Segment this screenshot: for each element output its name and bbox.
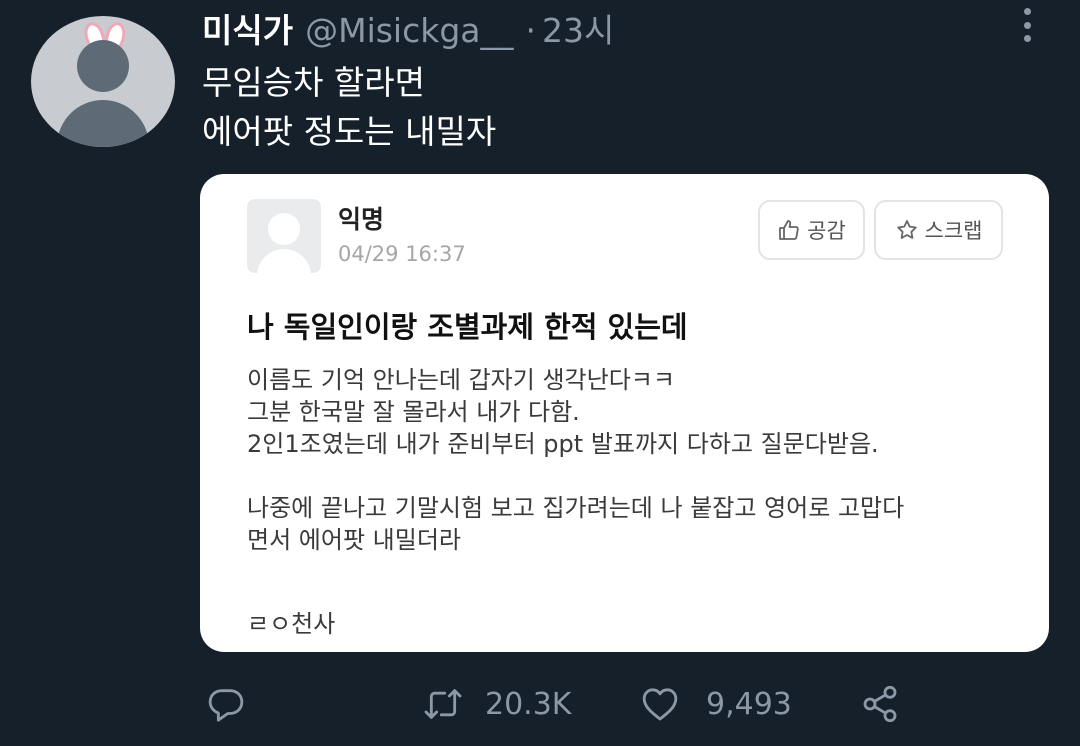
like-button: 공감	[758, 200, 865, 260]
post-body-line: 2인1조였는데 내가 준비부터 ppt 발표까지 다하고 질문다받음.	[247, 430, 879, 458]
share-button[interactable]	[860, 684, 900, 724]
share-icon	[863, 685, 897, 723]
reply-button[interactable]	[206, 684, 246, 724]
post-signature: ㄹㅇ천사	[247, 610, 336, 638]
attached-image-card[interactable]: 익명 04/29 16:37 공감 스크랩 나 독일인이랑 조별과제 한적 있는…	[200, 174, 1049, 652]
retweet-button[interactable]: 20.3K	[423, 684, 571, 724]
post-date: 04/29 16:37	[338, 242, 466, 266]
more-icon[interactable]	[1017, 8, 1037, 42]
post-author: 익명	[338, 205, 385, 234]
anonymous-avatar	[247, 199, 321, 273]
tweet-header: 미식가 @Misickga__ · 23시	[202, 4, 614, 50]
timestamp[interactable]: 23시	[542, 4, 614, 52]
post-body: 이름도 기억 안나는데 갑자기 생각난다ㅋㅋ 그분 한국말 잘 몰라서 내가 다…	[247, 364, 904, 556]
scrap-button: 스크랩	[874, 200, 1003, 260]
tweet-text-line: 에어팟 정도는 내밀자	[202, 112, 497, 151]
tweet-text-line: 무임승차 할라면	[202, 63, 426, 102]
avatar-head	[77, 40, 129, 92]
heart-icon	[642, 688, 678, 721]
scrap-button-label: 스크랩	[924, 219, 983, 243]
separator-dot: ·	[525, 11, 537, 50]
reply-icon	[208, 689, 244, 722]
heart-button[interactable]: 9,493	[640, 684, 792, 724]
post-body-line: 그분 한국말 잘 몰라서 내가 다함.	[247, 398, 580, 426]
post-body-line	[247, 460, 904, 492]
retweet-count: 20.3K	[485, 686, 572, 722]
tweet-text: 무임승차 할라면 에어팟 정도는 내밀자	[202, 58, 496, 156]
star-icon	[896, 220, 917, 239]
like-count: 9,493	[706, 686, 792, 722]
user-handle[interactable]: @Misickga__	[305, 11, 513, 50]
avatar[interactable]	[31, 16, 175, 147]
post-body-line: 면서 에어팟 내밀더라	[247, 526, 461, 554]
tweet: 미식가 @Misickga__ · 23시 무임승차 할라면 에어팟 정도는 내…	[0, 0, 1080, 746]
display-name[interactable]: 미식가	[202, 4, 293, 52]
thumbs-up-icon	[779, 220, 799, 240]
like-button-label: 공감	[807, 219, 846, 243]
retweet-icon	[424, 689, 462, 719]
post-body-line: 이름도 기억 안나는데 갑자기 생각난다ㅋㅋ	[247, 366, 675, 394]
post-title: 나 독일인이랑 조별과제 한적 있는데	[247, 310, 688, 344]
post-body-line: 나중에 끝나고 기말시험 보고 집가려는데 나 붙잡고 영어로 고맙다	[247, 494, 905, 522]
avatar-body	[57, 100, 149, 147]
tweet-actions: 20.3K 9,493	[0, 680, 1080, 730]
